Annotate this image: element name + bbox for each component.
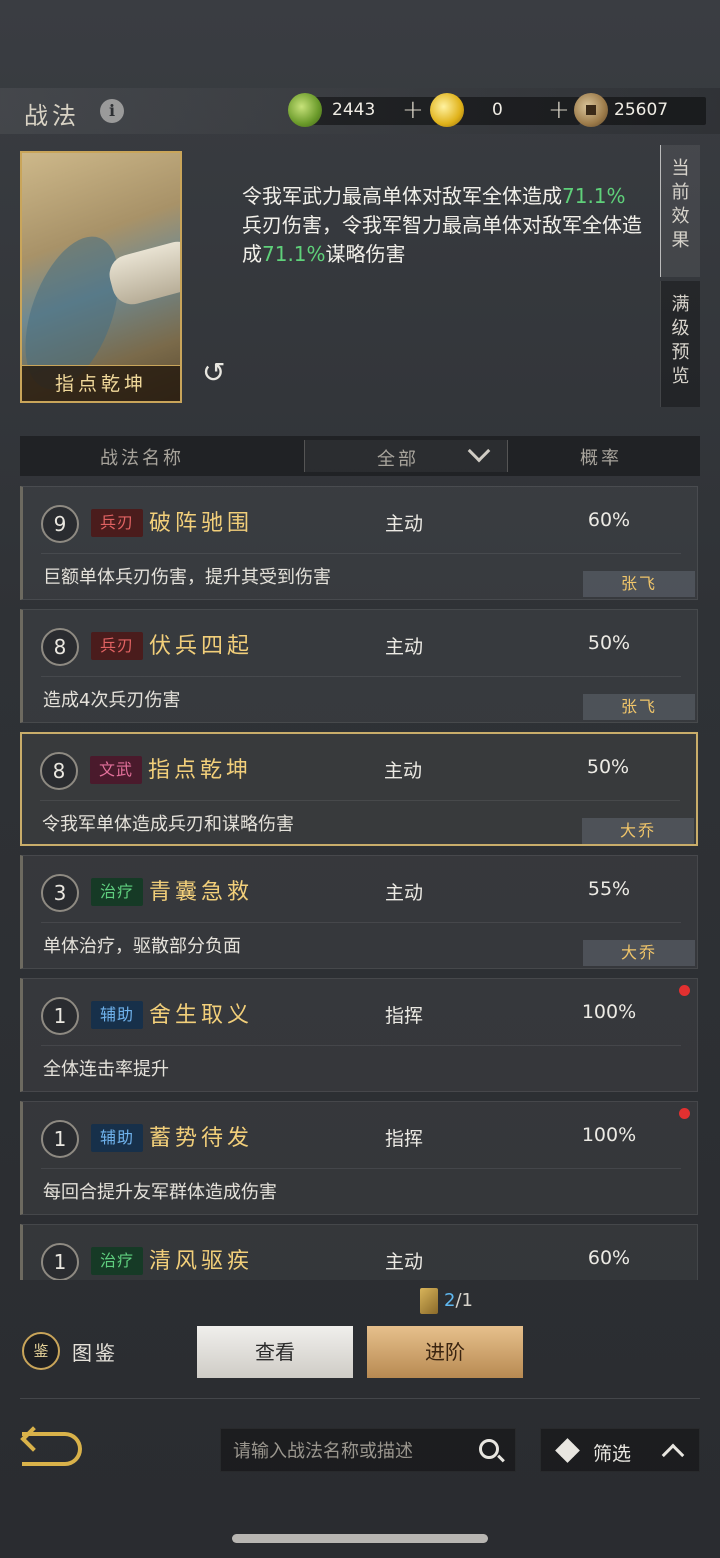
table-header: 战法名称 全部 概率 [20,436,700,476]
skill-level: 8 [41,628,79,666]
category-dropdown[interactable]: 全部 [304,439,508,472]
skill-level: 1 [41,997,79,1035]
skill-level: 1 [41,1243,79,1280]
skill-owner: 大乔 [582,818,694,844]
skill-desc: 巨额单体兵刃伤害，提升其受到伤害 [43,567,331,588]
jade-coin-icon [288,93,322,127]
resource-jade: 2443 + [288,93,438,127]
skill-row[interactable]: 8 兵刃 伏兵四起 主动 50% 造成4次兵刃伤害 张飞 [20,609,698,723]
gold-value: 0 [492,100,503,120]
skill-rate: 100% [581,1001,637,1023]
search-input[interactable] [233,1437,463,1465]
view-button[interactable]: 查看 [197,1326,353,1378]
rate-column-header: 概率 [580,448,622,469]
jade-value: 2443 [332,100,376,120]
skill-type: 主动 [385,1251,424,1273]
skill-tag: 辅助 [91,1124,143,1152]
gold-coin-icon [430,93,464,127]
search-box[interactable] [220,1428,516,1472]
skill-type: 主动 [385,513,424,535]
filter-icon [555,1438,580,1463]
copper-coin-icon [574,93,608,127]
skill-rate: 60% [587,1247,631,1269]
skill-rate: 55% [587,878,631,900]
skill-tag: 治疗 [91,878,143,906]
undo-icon[interactable]: ↺ [202,358,232,388]
resource-copper: 25607 [574,93,706,127]
skill-list[interactable]: 9 兵刃 破阵驰围 主动 60% 巨额单体兵刃伤害，提升其受到伤害 张飞 8 兵… [20,486,700,1280]
skill-row[interactable]: 1 治疗 清风驱疾 主动 60% [20,1224,698,1280]
filter-button[interactable]: 筛选 [540,1428,700,1472]
back-icon[interactable] [22,1430,84,1466]
skill-tag: 文武 [90,756,142,784]
skill-effect-text: 令我军武力最高单体对敌军全体造成71.1%兵刃伤害，令我军智力最高单体对敌军全体… [242,184,642,266]
skill-type: 主动 [385,636,424,658]
skill-row[interactable]: 1 辅助 舍生取义 指挥 100% 全体连击率提升 [20,978,698,1092]
skill-rate: 60% [587,509,631,531]
skill-desc: 每回合提升友军群体造成伤害 [43,1182,277,1203]
skill-rate: 100% [581,1124,637,1146]
skill-level: 8 [40,752,78,790]
skill-desc: 令我军单体造成兵刃和谋略伤害 [42,814,294,835]
skill-name: 青囊急救 [149,880,254,905]
skill-name: 清风驱疾 [149,1249,254,1274]
add-gold-button[interactable]: + [548,95,570,125]
advance-button[interactable]: 进阶 [367,1326,523,1378]
codex-button-label[interactable]: 图鉴 [72,1337,118,1366]
skill-name: 指点乾坤 [148,758,253,783]
add-jade-button[interactable]: + [402,95,424,125]
skill-tag: 治疗 [91,1247,143,1275]
skill-desc: 全体连击率提升 [43,1059,169,1080]
skill-level: 3 [41,874,79,912]
skill-desc: 造成4次兵刃伤害 [43,690,181,711]
resource-gold: 0 + [430,93,580,127]
skill-tag: 辅助 [91,1001,143,1029]
skill-tag: 兵刃 [91,509,143,537]
filter-label: 筛选 [593,1443,632,1465]
skill-name: 舍生取义 [149,1003,254,1028]
name-column-header: 战法名称 [100,448,184,469]
search-icon[interactable] [479,1439,499,1459]
skill-type: 主动 [384,760,423,782]
divider [20,1398,700,1399]
skill-row[interactable]: 3 治疗 青囊急救 主动 55% 单体治疗，驱散部分负面 大乔 [20,855,698,969]
skill-name: 破阵驰围 [149,511,254,536]
skill-level: 9 [41,505,79,543]
skill-row-selected[interactable]: 8 文武 指点乾坤 主动 50% 令我军单体造成兵刃和谋略伤害 大乔 [20,732,698,846]
category-dropdown-value: 全部 [377,449,419,470]
copper-value: 25607 [614,100,669,120]
skill-rate: 50% [586,756,630,778]
skill-type: 指挥 [385,1128,424,1150]
home-indicator[interactable] [232,1534,488,1543]
skill-owner: 大乔 [583,940,695,966]
chevron-up-icon [661,1443,685,1467]
skill-name: 伏兵四起 [149,634,254,659]
skill-book-icon [420,1288,438,1314]
skill-rate: 50% [587,632,631,654]
skill-book-counter: 2/1 [420,1288,473,1314]
page-title: 战法 [24,102,80,130]
skill-type: 指挥 [385,1005,424,1027]
skill-tag: 兵刃 [91,632,143,660]
tab-current-effect[interactable]: 当前效果 [660,145,700,277]
skill-type: 主动 [385,882,424,904]
chevron-down-icon [467,439,491,463]
new-badge-dot [679,985,690,996]
skill-owner: 张飞 [583,694,695,720]
skill-owner: 张飞 [583,571,695,597]
skill-card-image: 指点乾坤 [20,151,182,403]
skill-row[interactable]: 9 兵刃 破阵驰围 主动 60% 巨额单体兵刃伤害，提升其受到伤害 张飞 [20,486,698,600]
skill-card-name: 指点乾坤 [22,365,180,401]
info-icon[interactable]: i [100,99,124,123]
new-badge-dot [679,1108,690,1119]
skill-desc: 单体治疗，驱散部分负面 [43,936,241,957]
skill-level: 1 [41,1120,79,1158]
skill-name: 蓄势待发 [149,1126,254,1151]
skill-row[interactable]: 1 辅助 蓄势待发 指挥 100% 每回合提升友军群体造成伤害 [20,1101,698,1215]
tab-max-level-preview[interactable]: 满级预览 [660,281,700,407]
codex-icon[interactable]: 鉴 [22,1332,60,1370]
